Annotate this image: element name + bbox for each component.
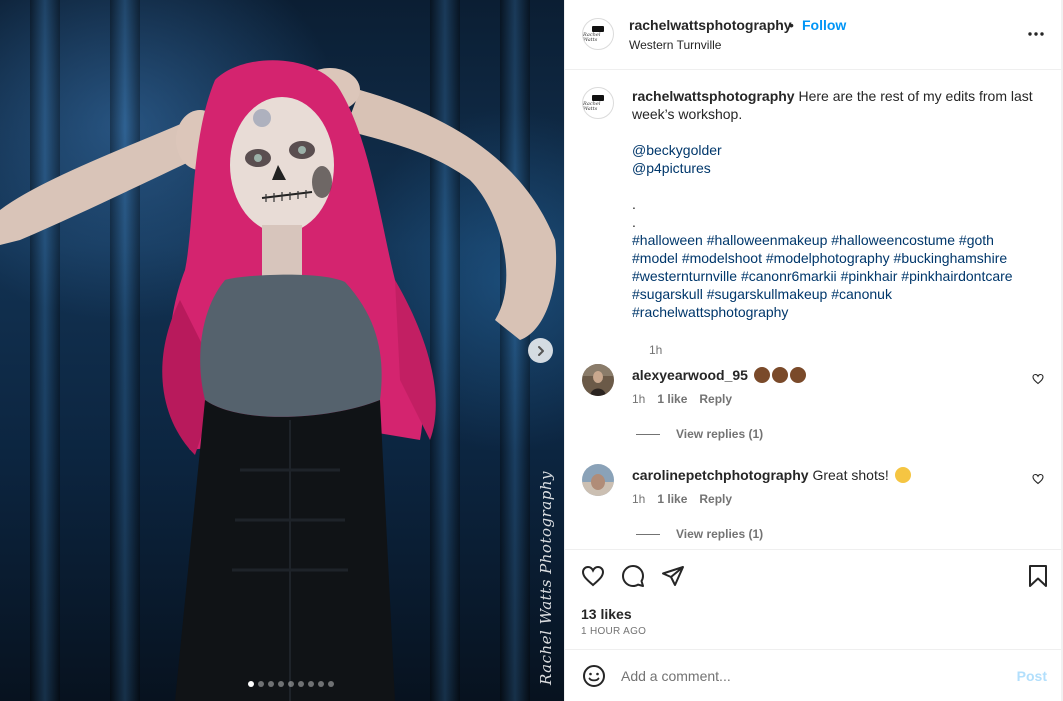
hashtag-link[interactable]: #halloweencostume (831, 232, 955, 248)
add-comment-bar: Post (565, 649, 1063, 701)
carousel-dot (318, 681, 324, 687)
caption-timestamp[interactable]: 1h (649, 343, 662, 357)
author-username[interactable]: rachelwattsphotography (629, 17, 792, 33)
share-send-icon[interactable] (661, 564, 685, 588)
carousel-dot (278, 681, 284, 687)
separator-dot: • (789, 17, 794, 33)
comment-reply-button[interactable]: Reply (699, 392, 732, 406)
caption-text: rachelwattsphotography Here are the rest… (632, 87, 1042, 321)
hashtag-link[interactable]: #model (632, 250, 678, 266)
hashtag-link[interactable]: #rachelwattsphotography (632, 304, 788, 320)
author-avatar[interactable]: Rachel Watts (582, 18, 614, 50)
hashtag-list: #halloween #halloweenmakeup #halloweenco… (632, 231, 1042, 321)
comment-username[interactable]: carolinepetchphotography (632, 467, 809, 483)
hashtag-link[interactable]: #canonr6markii (741, 268, 837, 284)
hashtag-link[interactable]: #sugarskullmakeup (707, 286, 828, 302)
commenter-avatar[interactable] (582, 364, 614, 396)
hashtag-link[interactable]: #modelshoot (682, 250, 762, 266)
comment-body: Great shots! (812, 467, 889, 483)
hashtag-link[interactable]: #halloweenmakeup (707, 232, 828, 248)
comment-bubble-icon[interactable] (621, 564, 645, 588)
comment-like-heart-icon[interactable] (1032, 372, 1044, 388)
carousel-dot (298, 681, 304, 687)
caption-username[interactable]: rachelwattsphotography (632, 88, 795, 104)
comment-timestamp[interactable]: 1h (632, 492, 645, 506)
comment-username[interactable]: alexyearwood_95 (632, 367, 748, 383)
more-options-icon[interactable] (1027, 24, 1045, 40)
clapping-hands-emoji-icon (752, 367, 806, 383)
carousel-dot (268, 681, 274, 687)
caption-spacer-dot: . (632, 196, 636, 212)
view-replies-label: View replies (1) (676, 527, 764, 541)
view-replies-button[interactable]: View replies (1) (636, 427, 763, 441)
mention-link[interactable]: @beckygolder (632, 141, 1042, 159)
hashtag-link[interactable]: #sugarskull (632, 286, 703, 302)
hashtag-link[interactable]: #modelphotography (766, 250, 890, 266)
carousel-indicator (0, 681, 564, 687)
hashtag-link[interactable]: #pinkhair (841, 268, 898, 284)
hashtag-link[interactable]: #buckinghamshire (894, 250, 1008, 266)
carousel-dot (288, 681, 294, 687)
emoji-smiley-icon[interactable] (582, 664, 606, 688)
carousel-dot (248, 681, 254, 687)
hashtag-link[interactable]: #pinkhairdontcare (901, 268, 1012, 284)
chevron-right-icon (537, 345, 544, 356)
hashtag-link[interactable]: #halloween (632, 232, 703, 248)
carousel-dot (328, 681, 334, 687)
view-replies-button[interactable]: View replies (1) (636, 527, 763, 541)
clapping-hands-emoji-icon (894, 467, 911, 483)
post-location[interactable]: Western Turnville (629, 38, 721, 52)
add-comment-input[interactable] (621, 663, 1001, 689)
post-actions: 13 likes 1 HOUR AGO (565, 549, 1063, 649)
post-side-panel: Rachel Watts rachelwattsphotography • Fo… (564, 0, 1063, 701)
post-comment-button[interactable]: Post (1017, 668, 1047, 684)
camera-logo-icon (592, 94, 604, 101)
post-photo: Rachel Watts Photography (0, 0, 564, 701)
comments-scroll-area[interactable]: Rachel Watts rachelwattsphotography Here… (565, 71, 1063, 549)
comment-like-heart-icon[interactable] (1032, 472, 1044, 488)
likes-count[interactable]: 13 likes (581, 606, 632, 622)
post-timestamp[interactable]: 1 HOUR AGO (581, 626, 646, 637)
post-header: Rachel Watts rachelwattsphotography • Fo… (565, 0, 1063, 70)
comment-like-count[interactable]: 1 like (657, 492, 687, 506)
carousel-dot (308, 681, 314, 687)
camera-logo-icon (592, 25, 604, 32)
caption-spacer-dot: . (632, 214, 636, 230)
carousel-dot (258, 681, 264, 687)
model-figure (0, 60, 557, 701)
mention-link[interactable]: @p4pictures (632, 159, 1042, 177)
follow-button[interactable]: Follow (802, 17, 846, 33)
view-replies-label: View replies (1) (676, 427, 764, 441)
hashtag-link[interactable]: #goth (959, 232, 994, 248)
comment-timestamp[interactable]: 1h (632, 392, 645, 406)
comment-reply-button[interactable]: Reply (699, 492, 732, 506)
photo-watermark: Rachel Watts Photography (537, 471, 555, 685)
like-heart-icon[interactable] (581, 564, 605, 588)
bookmark-save-icon[interactable] (1028, 565, 1048, 587)
caption-author-avatar[interactable]: Rachel Watts (582, 87, 614, 119)
hashtag-link[interactable]: #westernturnville (632, 268, 737, 284)
hashtag-link[interactable]: #canonuk (831, 286, 892, 302)
comment-like-count[interactable]: 1 like (657, 392, 687, 406)
carousel-next-button[interactable] (528, 338, 553, 363)
commenter-avatar[interactable] (582, 464, 614, 496)
